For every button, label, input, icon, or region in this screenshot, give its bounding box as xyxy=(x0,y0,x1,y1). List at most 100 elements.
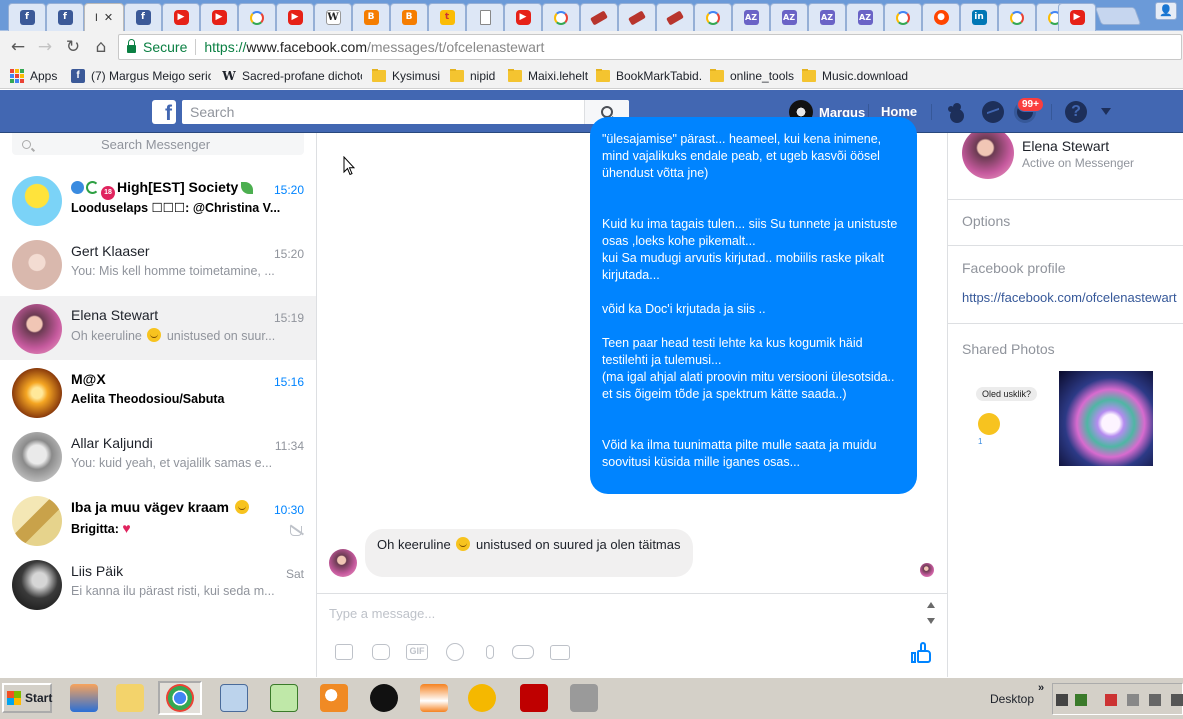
tab-facebook[interactable]: f xyxy=(46,3,84,31)
account-menu-caret-icon[interactable] xyxy=(1101,108,1111,115)
conversation-item[interactable]: Liis Päik Ei kanna ilu pärast risti, kui… xyxy=(0,552,316,616)
tab-az[interactable]: AZ xyxy=(770,3,808,31)
tab-blogger[interactable]: B xyxy=(390,3,428,31)
tray-signal-icon[interactable] xyxy=(1149,694,1161,706)
headphones-taskbar-icon[interactable] xyxy=(460,681,504,715)
music-note-taskbar-icon[interactable] xyxy=(362,681,406,715)
bookmark-folder[interactable]: Maixi.lehelt xyxy=(508,68,588,83)
tab-messenger-active[interactable]: I ✕ xyxy=(84,3,124,31)
notepad-taskbar-icon[interactable] xyxy=(262,681,306,715)
tab-facebook[interactable]: f xyxy=(8,3,46,31)
options-section[interactable]: Options xyxy=(948,199,1183,245)
contact-status: Active on Messenger xyxy=(1022,156,1135,170)
bookmark-wikipedia[interactable]: W Sacred-profane dichoto xyxy=(222,69,362,83)
tab-extension[interactable] xyxy=(618,3,656,31)
chrome-taskbar-icon[interactable] xyxy=(158,681,202,715)
tab-linkedin[interactable]: in xyxy=(960,3,998,31)
tab-youtube[interactable]: ▶ xyxy=(200,3,238,31)
add-files-icon[interactable] xyxy=(333,641,355,663)
tab-extension[interactable] xyxy=(580,3,618,31)
tab-youtube[interactable]: ▶ xyxy=(504,3,542,31)
new-tab-button[interactable] xyxy=(1094,7,1142,25)
tab-google[interactable] xyxy=(694,3,732,31)
thumbs-up-like-icon[interactable] xyxy=(911,642,933,664)
game-controller-icon[interactable] xyxy=(512,641,534,663)
tab-az[interactable]: AZ xyxy=(846,3,884,31)
tab-wikipedia[interactable]: W xyxy=(314,3,352,31)
tab-google[interactable] xyxy=(542,3,580,31)
tab-translate[interactable]: t xyxy=(428,3,466,31)
tab-youtube[interactable]: ▶ xyxy=(162,3,200,31)
message-input[interactable] xyxy=(329,606,909,630)
folder-icon xyxy=(372,68,386,82)
tab-blogger[interactable]: B xyxy=(352,3,390,31)
tab-youtube[interactable]: ▶ xyxy=(276,3,314,31)
messenger-search-input[interactable] xyxy=(31,136,304,152)
sticker-icon[interactable] xyxy=(370,641,392,663)
bookmark-folder[interactable]: BookMarkTabid. xyxy=(596,68,702,83)
conversation-item[interactable]: Iba ja muu vägev kraam Brigitta: ♥ 10:30 xyxy=(0,488,316,552)
forward-arrow-icon[interactable]: → xyxy=(35,37,55,57)
tab-reddit[interactable]: ● xyxy=(922,3,960,31)
desktop-toolbar-label[interactable]: Desktop xyxy=(990,692,1034,706)
reload-icon[interactable]: ↻ xyxy=(63,37,83,57)
conversation-item[interactable]: Allar Kaljundi You: kuid yeah, et vajali… xyxy=(0,424,316,488)
friend-requests-icon[interactable] xyxy=(946,101,968,123)
tray-network-icon[interactable] xyxy=(1105,694,1117,706)
shared-photo-sticker[interactable]: Oled usklik? 1 xyxy=(970,379,1046,455)
tab-document[interactable] xyxy=(466,3,504,31)
search-taskbar-icon[interactable] xyxy=(312,681,356,715)
tab-google[interactable] xyxy=(998,3,1036,31)
conversation-item[interactable]: M@X Aelita Theodosiou/Sabuta 15:16 xyxy=(0,360,316,424)
tray-volume-icon[interactable] xyxy=(1171,694,1183,706)
tray-up-arrow-icon[interactable] xyxy=(1056,694,1068,706)
scroll-up-arrow-icon[interactable] xyxy=(927,602,935,608)
scroll-down-arrow-icon[interactable] xyxy=(927,618,935,624)
filezilla-taskbar-icon[interactable] xyxy=(512,681,556,715)
back-arrow-icon[interactable]: ← xyxy=(8,37,28,57)
tab-google[interactable] xyxy=(884,3,922,31)
tray-app-icon[interactable] xyxy=(1075,694,1087,706)
microphone-icon[interactable] xyxy=(479,641,501,663)
emoji-icon[interactable] xyxy=(444,641,466,663)
chevron-icon[interactable]: » xyxy=(1038,682,1044,694)
conversation-item[interactable]: Gert Klaaser You: Mis kell homme toimeta… xyxy=(0,232,316,296)
outgoing-message-bubble[interactable]: "ülesajamise" pärast... heameel, kui ken… xyxy=(590,117,917,494)
tray-device-icon[interactable] xyxy=(1127,694,1139,706)
shared-photo-thumbnail[interactable] xyxy=(1059,371,1153,466)
bookmark-apps[interactable]: Apps xyxy=(10,68,65,83)
contact-name[interactable]: Elena Stewart xyxy=(1022,138,1109,154)
window-app-taskbar-icon[interactable] xyxy=(212,681,256,715)
tab-az[interactable]: AZ xyxy=(732,3,770,31)
vlc-cone-taskbar-icon[interactable] xyxy=(412,681,456,715)
facebook-search-input[interactable] xyxy=(182,100,584,124)
tab-google[interactable] xyxy=(238,3,276,31)
contact-avatar[interactable] xyxy=(962,133,1014,179)
conversation-item[interactable]: 18 High[EST] Society Looduselaps ☐☐☐: @Ch… xyxy=(0,168,316,232)
bookmark-folder[interactable]: Music.download xyxy=(802,68,912,83)
media-player-taskbar-icon[interactable] xyxy=(62,681,106,715)
bookmark-facebook[interactable]: f (7) Margus Meigo seriou xyxy=(71,68,211,83)
address-bar[interactable]: Secure https://www.facebook.com/messages… xyxy=(118,34,1182,60)
tab-az[interactable]: AZ xyxy=(808,3,846,31)
tab-youtube[interactable]: ▶ xyxy=(1058,3,1096,31)
bookmark-folder[interactable]: nipid xyxy=(450,68,500,83)
camera-icon[interactable] xyxy=(549,641,571,663)
help-icon[interactable]: ? xyxy=(1065,101,1087,123)
gif-icon[interactable]: GIF xyxy=(406,641,428,663)
messenger-icon[interactable] xyxy=(982,101,1004,123)
start-button[interactable]: Start xyxy=(2,683,52,713)
profile-person-icon[interactable]: 👤 xyxy=(1155,2,1177,20)
incoming-message-bubble[interactable]: Oh keeruline unistused on suured ja olen… xyxy=(365,529,693,577)
tab-facebook[interactable]: f xyxy=(124,3,162,31)
file-explorer-taskbar-icon[interactable] xyxy=(108,681,152,715)
tools-taskbar-icon[interactable] xyxy=(562,681,606,715)
facebook-logo-icon[interactable]: f xyxy=(152,100,176,124)
conversation-item-selected[interactable]: Elena Stewart Oh keeruline unistused on … xyxy=(0,296,316,360)
facebook-profile-link[interactable]: https://facebook.com/ofcelenastewart xyxy=(962,290,1177,305)
bookmark-folder[interactable]: Kysimusi xyxy=(372,68,442,83)
tab-close-icon[interactable]: ✕ xyxy=(104,11,113,24)
tab-extension[interactable] xyxy=(656,3,694,31)
home-icon[interactable]: ⌂ xyxy=(91,37,111,57)
bookmark-folder[interactable]: online_tools xyxy=(710,68,796,83)
